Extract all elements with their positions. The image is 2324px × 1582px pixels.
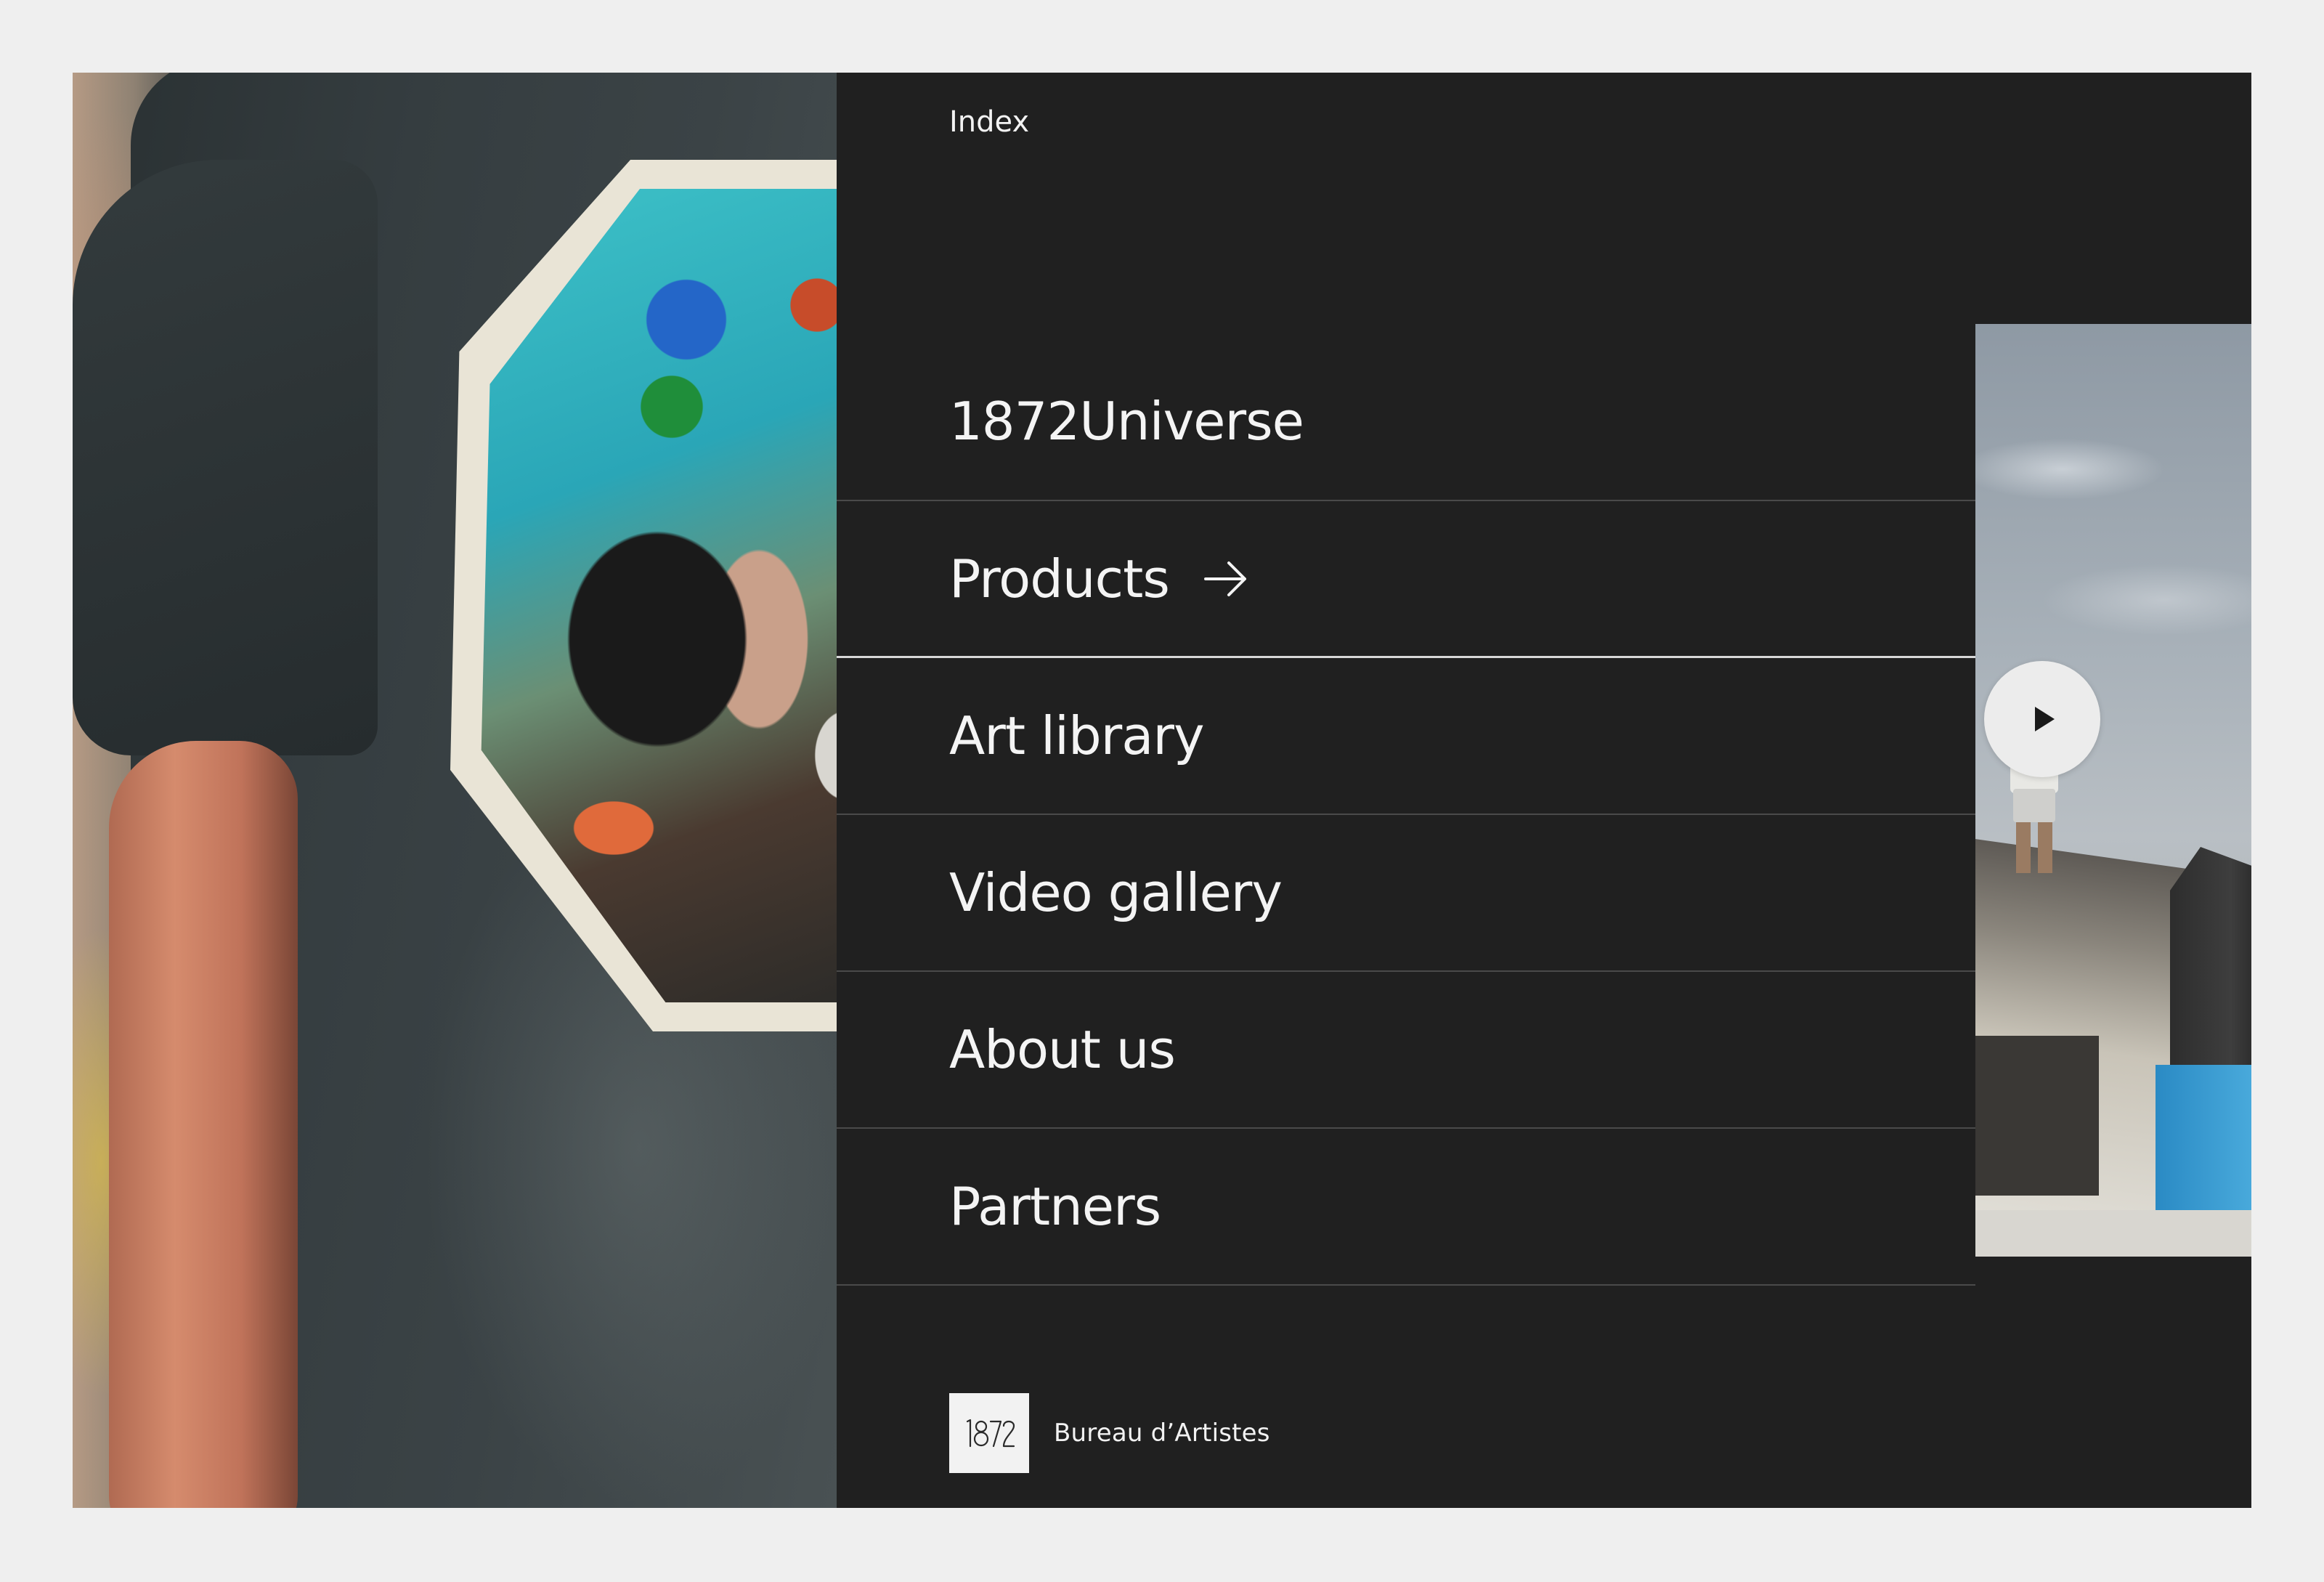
play-button[interactable] xyxy=(1984,661,2100,777)
nav-item-label: Products xyxy=(949,548,1170,609)
nav-item-video-gallery[interactable]: Video gallery xyxy=(837,815,1975,972)
main-navigation: 1872Universe Products Art library Video … xyxy=(837,343,1975,1286)
arm xyxy=(109,741,298,1508)
nav-item-1872universe[interactable]: 1872Universe xyxy=(837,343,1975,501)
t-shirt-sleeve xyxy=(73,160,378,755)
play-icon xyxy=(2035,707,2055,731)
brand-name: Bureau d’Artistes xyxy=(1054,1419,1270,1448)
nav-item-label: Partners xyxy=(949,1176,1161,1237)
nav-item-label: Art library xyxy=(949,705,1205,766)
nav-item-label: About us xyxy=(949,1019,1176,1080)
menu-overlay: Index 1872Universe Products Art library … xyxy=(73,73,2251,1508)
index-label: Index xyxy=(949,105,1030,139)
nav-item-partners[interactable]: Partners xyxy=(837,1129,1975,1286)
brand-logo[interactable] xyxy=(949,1393,1029,1473)
nav-item-label: 1872Universe xyxy=(949,391,1304,452)
hero-photo xyxy=(73,73,837,1508)
nav-item-about-us[interactable]: About us xyxy=(837,972,1975,1129)
brand-logo-mark-icon xyxy=(966,1419,1015,1448)
video-ground xyxy=(1975,1210,2251,1257)
nav-item-label: Video gallery xyxy=(949,862,1283,923)
brand-footer[interactable]: Bureau d’Artistes xyxy=(949,1393,1270,1473)
arrow-right-icon xyxy=(1203,561,1246,596)
nav-item-products[interactable]: Products xyxy=(837,501,1975,658)
nav-item-art-library[interactable]: Art library xyxy=(837,658,1975,815)
video-preview[interactable] xyxy=(1975,324,2251,1257)
video-shadow xyxy=(1975,1036,2099,1196)
